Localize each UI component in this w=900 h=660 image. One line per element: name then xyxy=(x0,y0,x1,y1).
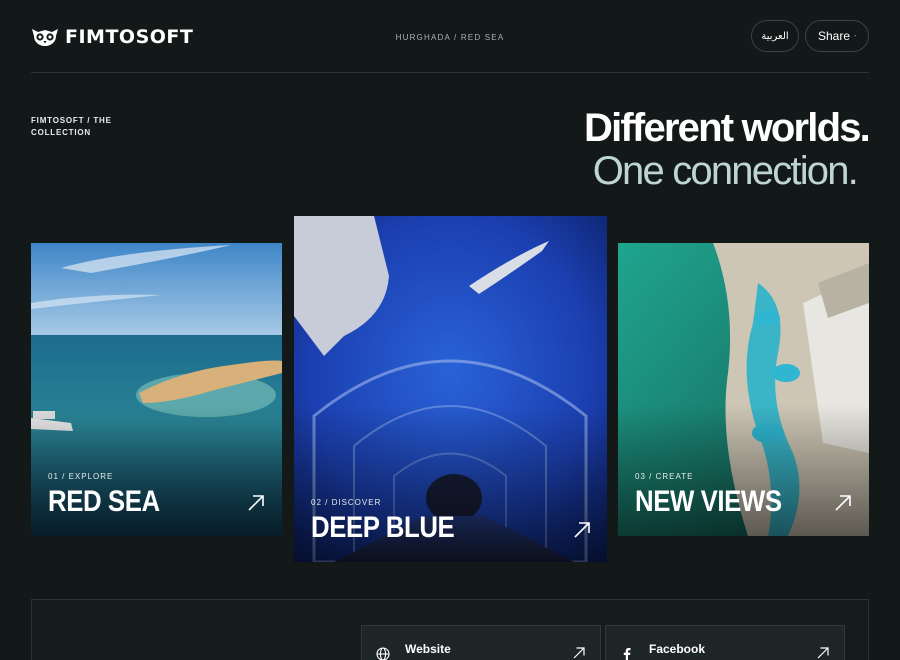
headline-line-1: Different worlds. xyxy=(584,106,871,150)
headline-line-2: One connection. xyxy=(592,149,859,193)
arrow-up-right-icon xyxy=(835,495,851,511)
card-red-sea[interactable]: 01 / EXPLORE RED SEA xyxy=(31,243,282,536)
share-button[interactable]: Share xyxy=(805,20,869,52)
arrow-up-right-icon xyxy=(854,35,856,37)
header-actions: العربية Share xyxy=(751,20,869,52)
site-header: FIMTOSOFT HURGHADA / RED SEA العربية Sha… xyxy=(31,0,869,73)
arrow-up-right-icon xyxy=(574,522,590,538)
card-kicker: 03 / CREATE xyxy=(635,472,694,481)
card-title: NEW VIEWS xyxy=(635,485,782,518)
website-link[interactable]: Website xyxy=(361,625,601,660)
facebook-link[interactable]: Facebook xyxy=(605,625,845,660)
collection-label: FIMTOSOFT / THE COLLECTION xyxy=(31,116,112,137)
card-new-views[interactable]: 03 / CREATE NEW VIEWS xyxy=(618,243,869,536)
share-label: Share xyxy=(818,29,851,43)
website-label: Website xyxy=(405,642,451,656)
card-kicker: 02 / DISCOVER xyxy=(311,498,382,507)
hero-headline: Different worlds. One connection. xyxy=(584,106,871,193)
card-title: DEEP BLUE xyxy=(311,511,455,544)
arrow-up-right-icon xyxy=(573,647,585,659)
language-button[interactable]: العربية xyxy=(751,20,799,52)
card-kicker: 01 / EXPLORE xyxy=(48,472,114,481)
card-deep-blue[interactable]: 02 / DISCOVER DEEP BLUE xyxy=(294,216,607,562)
arrow-up-right-icon xyxy=(248,495,264,511)
globe-icon xyxy=(376,647,390,660)
location-label: HURGHADA / RED SEA xyxy=(395,33,505,42)
arrow-up-right-icon xyxy=(817,647,829,659)
facebook-icon xyxy=(623,648,631,660)
links-panel: Website Facebook xyxy=(31,599,869,660)
facebook-label: Facebook xyxy=(649,642,706,656)
card-title: RED SEA xyxy=(48,485,160,518)
